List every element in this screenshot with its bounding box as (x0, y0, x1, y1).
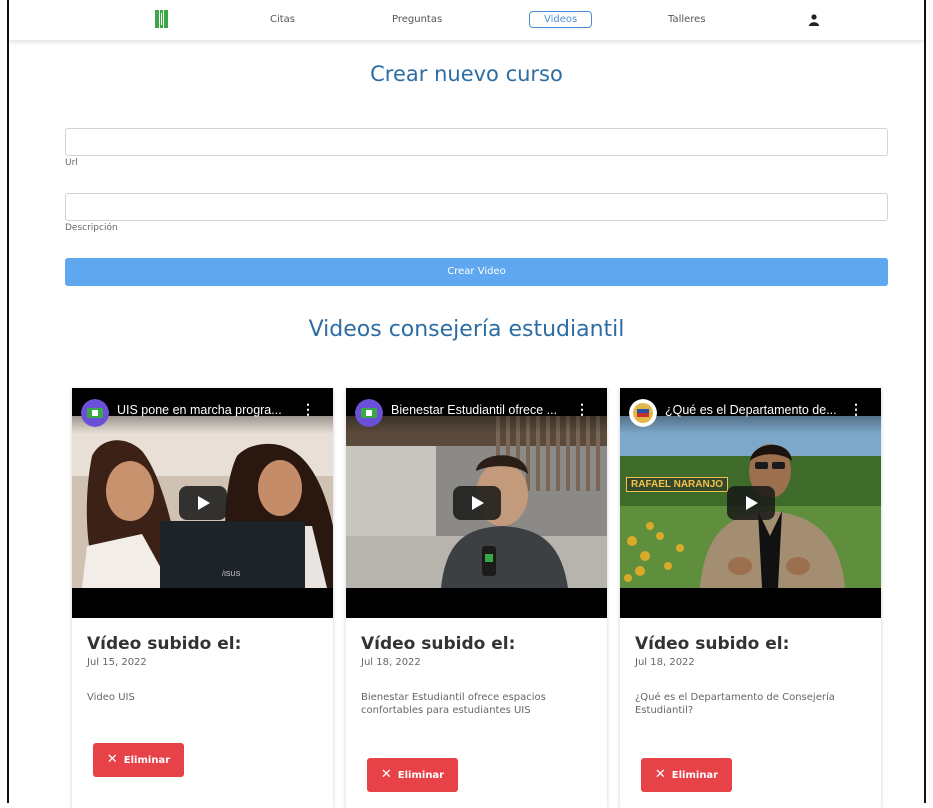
card-title: Vídeo subido el: (635, 634, 790, 654)
nav-talleres[interactable]: Talleres (668, 14, 706, 25)
user-icon[interactable] (809, 14, 819, 26)
play-icon[interactable] (727, 486, 775, 520)
channel-avatar-icon (81, 399, 109, 427)
videos-section-title: Videos consejería estudiantil (308, 317, 625, 342)
more-vert-icon[interactable]: ⋮ (849, 401, 863, 418)
nav-videos[interactable]: Videos (529, 11, 593, 28)
svg-text:/ISUS: /ISUS (222, 571, 241, 578)
delete-label: Eliminar (671, 770, 719, 781)
description-input[interactable] (65, 193, 888, 221)
video-embed[interactable]: /ISUS UIS pone en marcha progra... ⋮ (72, 388, 333, 618)
delete-label: Eliminar (123, 755, 171, 766)
card-title: Vídeo subido el: (87, 634, 242, 654)
video-embed[interactable]: RAFAEL NARANJO ¿Qué es el Departamento d… (620, 388, 881, 618)
more-vert-icon[interactable]: ⋮ (575, 401, 589, 418)
card-description: ¿Qué es el Departamento de Consejería Es… (635, 692, 835, 716)
nav-preguntas[interactable]: Preguntas (392, 14, 442, 25)
url-label: Url (65, 158, 78, 168)
more-vert-icon[interactable]: ⋮ (301, 401, 315, 418)
card-date: Jul 15, 2022 (87, 657, 147, 668)
video-card: Bienestar Estudiantil ofrece ... ⋮ Vídeo… (346, 388, 607, 808)
card-date: Jul 18, 2022 (361, 657, 421, 668)
close-icon: ✕ (654, 767, 666, 782)
delete-label: Eliminar (397, 770, 445, 781)
channel-avatar-icon (629, 399, 657, 427)
uis-logo-icon[interactable] (155, 10, 168, 28)
video-embed[interactable]: Bienestar Estudiantil ofrece ... ⋮ (346, 388, 607, 618)
description-label: Descripción (65, 223, 118, 233)
video-overlay-name: RAFAEL NARANJO (626, 477, 729, 492)
delete-button[interactable]: ✕ Eliminar (641, 758, 732, 792)
top-navbar: Citas Preguntas Videos Talleres (9, 0, 924, 40)
card-date: Jul 18, 2022 (635, 657, 695, 668)
video-card: /ISUS UIS pone en marcha progra... ⋮ Víd… (72, 388, 333, 808)
url-input[interactable] (65, 128, 888, 156)
close-icon: ✕ (380, 767, 392, 782)
play-icon[interactable] (453, 486, 501, 520)
video-title[interactable]: UIS pone en marcha progra... (117, 403, 302, 417)
channel-avatar-icon (355, 399, 383, 427)
nav-citas[interactable]: Citas (270, 14, 295, 25)
video-card: RAFAEL NARANJO ¿Qué es el Departamento d… (620, 388, 881, 808)
video-title[interactable]: ¿Qué es el Departamento de... (665, 403, 850, 417)
create-video-button[interactable]: Crear Video (65, 258, 888, 286)
play-icon[interactable] (179, 486, 227, 520)
video-title[interactable]: Bienestar Estudiantil ofrece ... (391, 403, 576, 417)
card-description: Video UIS (87, 692, 135, 703)
close-icon: ✕ (106, 752, 118, 767)
delete-button[interactable]: ✕ Eliminar (367, 758, 458, 792)
delete-button[interactable]: ✕ Eliminar (93, 743, 184, 777)
card-description: Bienestar Estudiantil ofrece espacios co… (361, 692, 546, 716)
card-title: Vídeo subido el: (361, 634, 516, 654)
form-title: Crear nuevo curso (370, 62, 563, 86)
